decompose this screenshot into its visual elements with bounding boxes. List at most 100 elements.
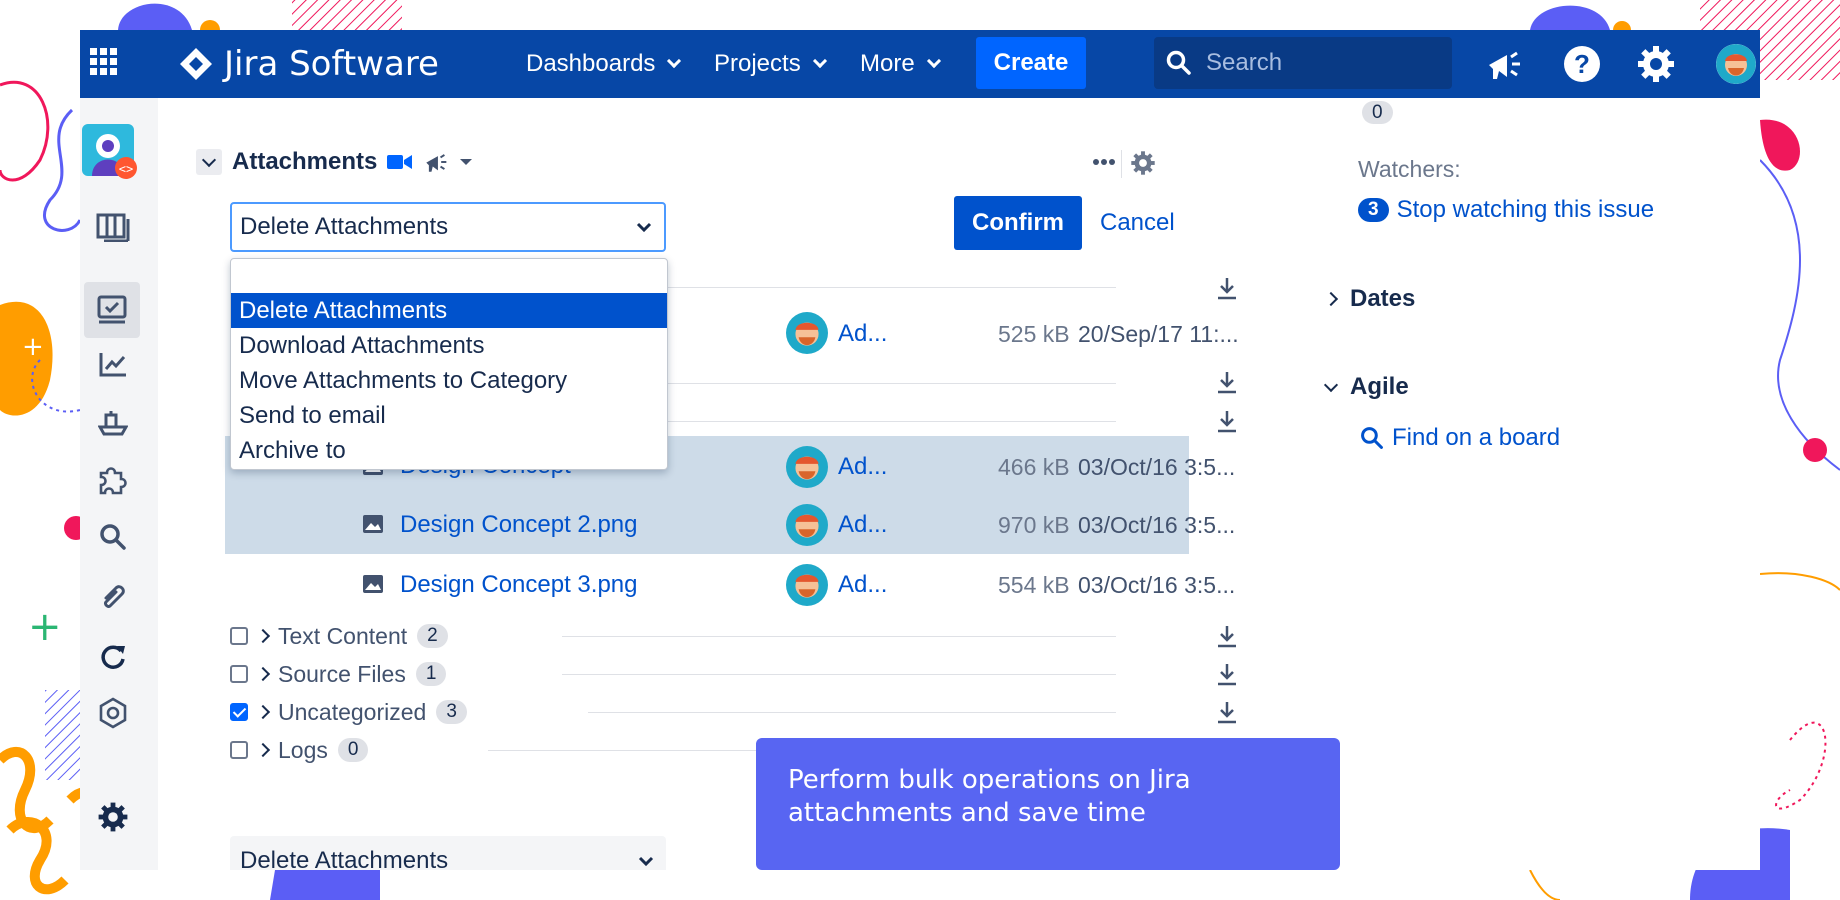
settings-icon[interactable] xyxy=(1636,44,1676,84)
video-camera-icon[interactable] xyxy=(387,153,413,171)
nav-more-label: More xyxy=(860,50,915,77)
download-icon[interactable] xyxy=(1216,370,1238,394)
category-checkbox[interactable] xyxy=(230,665,248,683)
agile-label: Agile xyxy=(1350,373,1409,400)
collapse-attachments-button[interactable] xyxy=(196,149,222,175)
nav-projects-label: Projects xyxy=(714,50,801,77)
chevron-down-icon xyxy=(636,222,652,233)
download-icon[interactable] xyxy=(1216,624,1238,648)
chevron-right-icon[interactable] xyxy=(255,628,271,644)
category-name[interactable]: Logs xyxy=(278,737,328,764)
option-archive-to[interactable]: Archive to xyxy=(231,433,667,468)
chevron-right-icon[interactable] xyxy=(255,704,271,720)
agile-section-header[interactable]: Agile xyxy=(1323,373,1409,401)
category-checkbox[interactable] xyxy=(230,741,248,759)
file-name-link[interactable]: Design Concept 2.png xyxy=(400,511,638,539)
category-count: 0 xyxy=(337,738,369,762)
bulk-action-dropdown: Delete Attachments Download Attachments … xyxy=(230,258,668,470)
create-button[interactable]: Create xyxy=(976,37,1086,89)
cancel-button[interactable]: Cancel xyxy=(1100,196,1175,250)
components-icon[interactable] xyxy=(92,692,134,734)
download-icon[interactable] xyxy=(1216,700,1238,724)
find-on-board-label: Find on a board xyxy=(1392,424,1561,451)
backlog-icon[interactable] xyxy=(84,282,140,338)
category-checkbox[interactable] xyxy=(230,627,248,645)
nav-projects[interactable]: Projects xyxy=(714,48,827,80)
project-avatar[interactable]: <> xyxy=(82,124,138,180)
nav-dashboards[interactable]: Dashboards xyxy=(526,48,682,80)
header-divider xyxy=(1121,150,1122,178)
app-switcher-icon[interactable] xyxy=(88,46,120,78)
confirm-button[interactable]: Confirm xyxy=(954,196,1082,250)
download-icon[interactable] xyxy=(1216,409,1238,433)
author-avatar[interactable] xyxy=(786,312,828,359)
help-icon[interactable]: ? xyxy=(1562,44,1602,84)
author-name[interactable]: Ad... xyxy=(838,320,887,348)
promo-tooltip: Perform bulk operations on Jira attachme… xyxy=(756,738,1340,870)
top-badge-value: 0 xyxy=(1362,101,1393,124)
file-name-link[interactable]: Design Concept 3.png xyxy=(400,571,638,599)
more-options-icon[interactable] xyxy=(1092,152,1116,177)
apps-icon[interactable] xyxy=(92,462,134,504)
category-count: 3 xyxy=(436,700,467,724)
project-settings-icon[interactable] xyxy=(92,796,134,838)
nav-more[interactable]: More xyxy=(860,48,941,80)
search-icon[interactable] xyxy=(92,516,134,558)
tooltip-text: Perform bulk operations on Jira attachme… xyxy=(788,765,1191,828)
category-count: 2 xyxy=(417,624,448,648)
nav-dashboards-label: Dashboards xyxy=(526,50,656,77)
category-name[interactable]: Uncategorized xyxy=(278,699,426,726)
author-avatar[interactable] xyxy=(786,564,828,611)
image-file-icon xyxy=(362,574,384,599)
sync-icon[interactable] xyxy=(92,636,134,678)
megaphone-icon[interactable] xyxy=(423,151,449,173)
row-divider xyxy=(588,712,1116,713)
find-on-board-link[interactable]: Find on a board xyxy=(1360,424,1560,452)
board-icon[interactable] xyxy=(92,206,134,248)
attachments-icon[interactable] xyxy=(92,576,134,618)
download-icon[interactable] xyxy=(1216,276,1238,300)
chevron-right-icon[interactable] xyxy=(255,666,271,682)
author-name[interactable]: Ad... xyxy=(838,453,887,481)
author-name[interactable]: Ad... xyxy=(838,571,887,599)
row-divider xyxy=(562,636,1116,637)
file-size: 466 kB xyxy=(998,454,1070,480)
image-file-icon xyxy=(362,514,384,539)
option-send-to-email[interactable]: Send to email xyxy=(231,398,667,433)
author-name[interactable]: Ad... xyxy=(838,511,887,539)
stop-watching-link[interactable]: Stop watching this issue xyxy=(1397,196,1654,224)
category-name[interactable]: Text Content xyxy=(278,623,407,650)
bulk-action-select[interactable]: Delete Attachments xyxy=(230,202,666,252)
file-size: 970 kB xyxy=(998,512,1070,538)
search-box[interactable] xyxy=(1154,37,1452,89)
megaphone-icon[interactable] xyxy=(1484,44,1524,84)
category-name[interactable]: Source Files xyxy=(278,661,406,688)
chevron-right-icon[interactable] xyxy=(255,742,271,758)
download-icon[interactable] xyxy=(1216,662,1238,686)
svg-text:+: + xyxy=(22,332,44,362)
file-size: 554 kB xyxy=(998,572,1070,598)
author-avatar[interactable] xyxy=(786,504,828,551)
author-avatar[interactable] xyxy=(786,446,828,493)
option-delete-attachments[interactable]: Delete Attachments xyxy=(231,293,667,328)
category-row: Source Files 1 xyxy=(230,659,447,689)
reports-icon[interactable] xyxy=(92,343,134,385)
category-checkbox[interactable] xyxy=(230,703,248,721)
category-count: 1 xyxy=(415,662,447,686)
user-avatar[interactable] xyxy=(1716,44,1756,84)
bottom-action-select[interactable]: Delete Attachments xyxy=(230,836,666,870)
releases-icon[interactable] xyxy=(92,402,134,444)
jira-logo[interactable]: Jira Software xyxy=(178,44,439,84)
dropdown-filter[interactable] xyxy=(231,259,667,287)
file-size: 525 kB xyxy=(998,321,1070,347)
dates-section-header[interactable]: Dates xyxy=(1323,285,1415,313)
category-row: Text Content 2 xyxy=(230,621,448,651)
search-input[interactable] xyxy=(1204,48,1434,78)
attachment-settings-icon[interactable] xyxy=(1130,150,1156,181)
file-date: 03/Oct/16 3:5... xyxy=(1078,572,1236,598)
watchers-row: 3 Stop watching this issue xyxy=(1358,196,1654,224)
caret-down-icon[interactable] xyxy=(459,157,473,167)
option-download-attachments[interactable]: Download Attachments xyxy=(231,328,667,363)
chevron-down-icon xyxy=(1323,377,1339,393)
option-move-to-category[interactable]: Move Attachments to Category xyxy=(231,363,667,398)
